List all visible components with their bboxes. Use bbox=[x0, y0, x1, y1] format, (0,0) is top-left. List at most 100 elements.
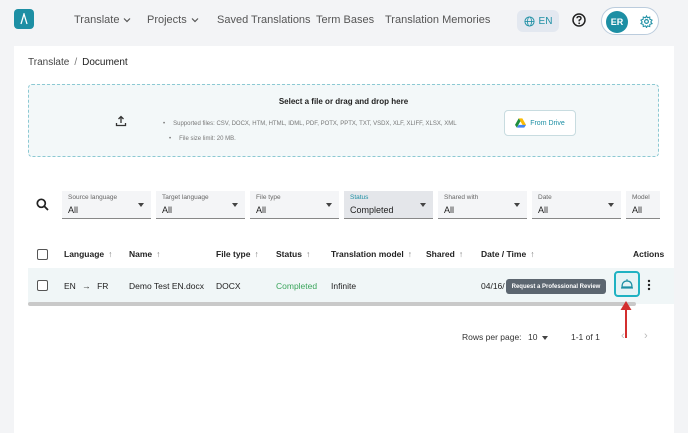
upload-icon bbox=[115, 115, 127, 127]
dropdown-arrow-icon bbox=[232, 203, 238, 207]
filter-value: All bbox=[68, 205, 79, 215]
target-language: FR bbox=[97, 281, 109, 291]
row-language: EN → FR bbox=[64, 281, 108, 291]
column-label: Translation model bbox=[331, 249, 404, 259]
sort-arrow-icon: ↑ bbox=[305, 249, 311, 259]
column-header-name[interactable]: Name ↑ bbox=[129, 249, 160, 259]
avatar[interactable]: ER bbox=[606, 11, 628, 33]
row-status: Completed bbox=[276, 281, 318, 291]
gear-icon[interactable] bbox=[640, 15, 653, 28]
main-panel: Translate / Document Select a file or drag… bbox=[14, 46, 674, 433]
language-selector[interactable]: EN bbox=[517, 10, 559, 32]
dropdown-arrow-icon bbox=[138, 203, 144, 207]
column-header-shared[interactable]: Shared ↑ bbox=[426, 249, 463, 259]
filter-label: Source language bbox=[68, 194, 118, 201]
avatar-initials: ER bbox=[610, 17, 624, 27]
column-label: Name bbox=[129, 249, 153, 259]
language-code: EN bbox=[538, 15, 553, 27]
filter-status[interactable]: Status Completed bbox=[344, 191, 433, 219]
column-header-status[interactable]: Status ↑ bbox=[276, 249, 310, 259]
chevron-down-icon bbox=[124, 18, 131, 23]
nav-translate[interactable]: Translate bbox=[74, 14, 131, 26]
filter-source-language[interactable]: Source language All bbox=[62, 191, 151, 219]
rows-per-page-select[interactable]: 10 bbox=[528, 332, 549, 342]
filter-value: All bbox=[162, 205, 173, 215]
filter-value: All bbox=[632, 205, 643, 215]
more-vertical-icon[interactable] bbox=[646, 279, 652, 291]
filter-date[interactable]: Date All bbox=[532, 191, 621, 219]
filter-value: All bbox=[538, 205, 549, 215]
column-header-actions: Actions bbox=[633, 249, 664, 259]
nav-term-bases-label: Term Bases bbox=[316, 14, 375, 26]
previous-page-icon[interactable]: ‹ bbox=[621, 330, 625, 342]
filter-value: All bbox=[256, 205, 267, 215]
sort-arrow-icon: ↑ bbox=[458, 249, 464, 259]
sort-arrow-icon: ↑ bbox=[156, 249, 161, 259]
dropdown-arrow-icon bbox=[542, 335, 549, 340]
nav-translation-memories-label: Translation Memories bbox=[385, 14, 491, 26]
dropdown-arrow-icon bbox=[326, 203, 332, 207]
row-checkbox[interactable] bbox=[37, 280, 48, 291]
from-drive-label: From Drive bbox=[530, 119, 565, 127]
column-label: Status bbox=[276, 249, 302, 259]
nav-translate-label: Translate bbox=[74, 14, 120, 26]
breadcrumb-current: Document bbox=[82, 57, 128, 68]
chevron-down-icon bbox=[191, 18, 199, 23]
nav-projects-label: Projects bbox=[147, 14, 187, 26]
logo-icon bbox=[20, 13, 28, 25]
filter-label: Shared with bbox=[444, 194, 479, 201]
file-dropzone[interactable]: Select a file or drag and drop here Supp… bbox=[28, 84, 659, 157]
column-header-translation-model[interactable]: Translation model ↑ bbox=[331, 249, 412, 259]
filter-value: All bbox=[444, 205, 455, 215]
help-icon[interactable] bbox=[572, 13, 586, 27]
filter-shared-with[interactable]: Shared with All bbox=[438, 191, 527, 219]
row-file-type: DOCX bbox=[216, 281, 241, 291]
sort-arrow-icon: ↑ bbox=[530, 249, 535, 259]
row-name[interactable]: Demo Test EN.docx bbox=[129, 281, 204, 291]
breadcrumb-root[interactable]: Translate bbox=[28, 57, 69, 68]
source-language: EN bbox=[64, 281, 76, 291]
dropzone-title: Select a file or drag and drop here bbox=[278, 97, 409, 106]
next-page-icon[interactable]: › bbox=[644, 330, 648, 342]
user-menu[interactable]: ER bbox=[601, 7, 659, 35]
nav-translation-memories[interactable]: Translation Memories bbox=[385, 14, 490, 26]
filter-file-type[interactable]: File type All bbox=[250, 191, 339, 219]
filter-model[interactable]: Model All bbox=[626, 191, 660, 219]
filter-label: Target language bbox=[162, 194, 209, 201]
column-header-file-type[interactable]: File type ↑ bbox=[216, 249, 259, 259]
column-label: Language bbox=[64, 249, 105, 259]
column-label: Date / Time bbox=[481, 249, 527, 259]
google-drive-icon bbox=[515, 118, 527, 128]
review-tooltip: Request a Professional Review bbox=[506, 279, 606, 294]
dropdown-arrow-icon bbox=[420, 203, 426, 207]
nav-projects[interactable]: Projects bbox=[147, 14, 199, 26]
column-label: Shared bbox=[426, 249, 455, 259]
from-drive-button[interactable]: From Drive bbox=[504, 110, 576, 136]
search-icon[interactable] bbox=[36, 198, 49, 211]
table-header: Language ↑ Name ↑ File type ↑ Status ↑ Trans… bbox=[28, 242, 674, 266]
pagination-range: 1-1 of 1 bbox=[571, 332, 600, 342]
filter-label: Status bbox=[350, 194, 369, 201]
breadcrumb: Translate / Document bbox=[28, 57, 128, 68]
select-all-checkbox[interactable] bbox=[37, 249, 48, 260]
sort-arrow-icon: ↑ bbox=[254, 249, 259, 259]
dropdown-arrow-icon bbox=[514, 203, 520, 207]
dropzone-info-list: Supported files: CSV, DOCX, HTM, HTML, I… bbox=[163, 117, 457, 147]
filter-target-language[interactable]: Target language All bbox=[156, 191, 245, 219]
column-header-language[interactable]: Language ↑ bbox=[64, 249, 112, 259]
nav-saved-translations[interactable]: Saved Translations bbox=[217, 14, 311, 26]
nav-term-bases[interactable]: Term Bases bbox=[316, 14, 374, 26]
supported-files-text: Supported files: CSV, DOCX, HTM, HTML, I… bbox=[163, 117, 456, 132]
horizontal-scrollbar[interactable] bbox=[28, 302, 636, 306]
rows-per-page-label: Rows per page: bbox=[462, 332, 522, 342]
sort-arrow-icon: ↑ bbox=[407, 249, 412, 259]
review-bell-icon bbox=[621, 279, 633, 289]
rows-per-page-value: 10 bbox=[528, 332, 538, 342]
filter-label: Date bbox=[538, 194, 552, 201]
column-header-date-time[interactable]: Date / Time ↑ bbox=[481, 249, 534, 259]
file-size-limit-text: File size limit: 20 MB. bbox=[163, 132, 457, 147]
language-arrow: → bbox=[82, 281, 91, 291]
request-professional-review-button[interactable] bbox=[614, 271, 640, 297]
app-logo[interactable] bbox=[14, 9, 34, 29]
filter-value: Completed bbox=[350, 205, 394, 215]
